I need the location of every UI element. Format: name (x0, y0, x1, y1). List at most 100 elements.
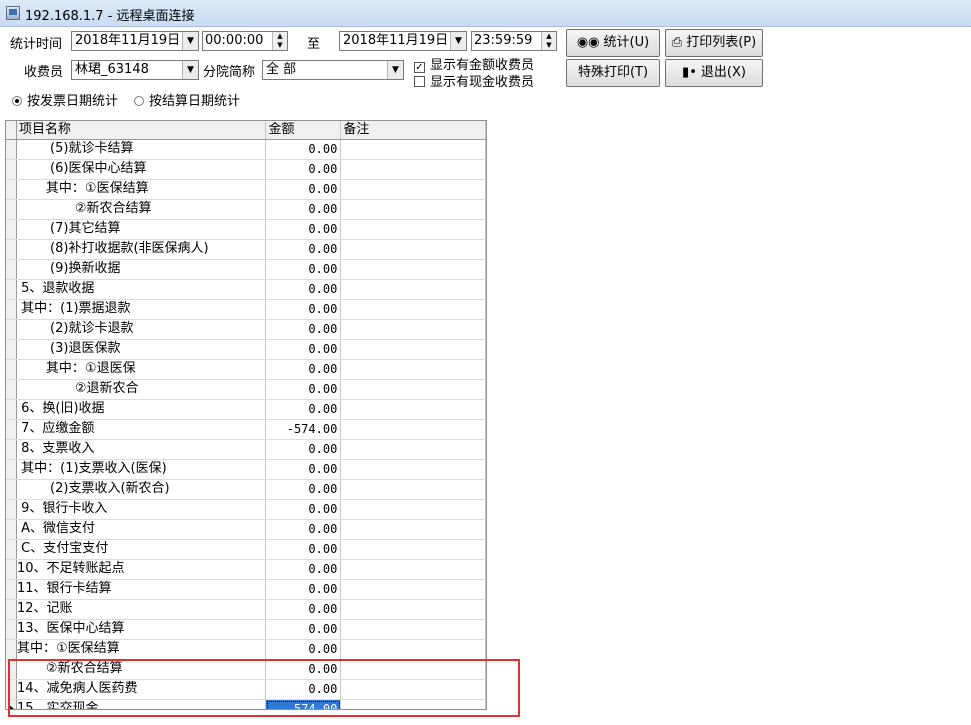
remark-cell[interactable] (341, 140, 486, 159)
remark-cell[interactable] (341, 500, 486, 519)
table-row[interactable]: (6)医保中心结算 0.00 (6, 160, 486, 180)
table-row[interactable]: 其中：(1)票据退款 0.00 (6, 300, 486, 320)
item-name-cell[interactable]: 9、银行卡收入 (17, 500, 267, 519)
row-indicator[interactable] (6, 340, 17, 359)
amount-cell[interactable]: 0.00 (266, 280, 342, 299)
remark-cell[interactable] (341, 220, 486, 239)
table-row[interactable]: (9)换新收据 0.00 (6, 260, 486, 280)
amount-cell[interactable]: 0.00 (266, 480, 342, 499)
remark-cell[interactable] (341, 600, 486, 619)
remark-cell[interactable] (341, 260, 486, 279)
row-indicator[interactable] (6, 480, 17, 499)
table-row[interactable]: 8、支票收入 0.00 (6, 440, 486, 460)
amount-cell[interactable]: -574.00 (266, 700, 342, 709)
remark-cell[interactable] (341, 280, 486, 299)
amount-cell[interactable]: 0.00 (266, 160, 342, 179)
item-name-cell[interactable]: (3)退医保款 (17, 340, 267, 359)
amount-cell[interactable]: 0.00 (266, 540, 342, 559)
row-indicator[interactable] (6, 680, 17, 699)
item-name-cell[interactable]: ②退新农合 (17, 380, 267, 399)
row-indicator[interactable] (6, 200, 17, 219)
radio-settle-date[interactable]: 按结算日期统计 (134, 90, 240, 109)
row-indicator[interactable] (6, 140, 17, 159)
remark-cell[interactable] (341, 700, 486, 709)
remark-cell[interactable] (341, 240, 486, 259)
header-amount[interactable]: 金额 (266, 121, 342, 139)
remark-cell[interactable] (341, 520, 486, 539)
remark-cell[interactable] (341, 320, 486, 339)
row-indicator[interactable] (6, 580, 17, 599)
table-row[interactable]: 5、退款收据 0.00 (6, 280, 486, 300)
remark-cell[interactable] (341, 200, 486, 219)
settlement-grid[interactable]: 项目名称 金额 备注 (5)就诊卡结算 0.00 (6)医保中心结算 0.00 其中… (5, 120, 487, 710)
remark-cell[interactable] (341, 300, 486, 319)
amount-cell[interactable]: 0.00 (266, 460, 342, 479)
remark-cell[interactable] (341, 180, 486, 199)
row-indicator[interactable] (6, 640, 17, 659)
row-indicator[interactable] (6, 240, 17, 259)
row-indicator[interactable] (6, 460, 17, 479)
amount-cell[interactable]: 0.00 (266, 200, 342, 219)
row-indicator[interactable] (6, 700, 17, 709)
table-row[interactable]: 6、换(旧)收据 0.00 (6, 400, 486, 420)
item-name-cell[interactable]: (7)其它结算 (17, 220, 267, 239)
row-indicator[interactable] (6, 600, 17, 619)
table-row[interactable]: 12、记账 0.00 (6, 600, 486, 620)
item-name-cell[interactable]: 5、退款收据 (17, 280, 267, 299)
remark-cell[interactable] (341, 360, 486, 379)
item-name-cell[interactable]: 7、应缴金额 (17, 420, 267, 439)
item-name-cell[interactable]: 其中：(1)支票收入(医保) (17, 460, 267, 479)
item-name-cell[interactable]: 13、医保中心结算 (17, 620, 267, 639)
chevron-down-icon[interactable]: ▼ (450, 32, 466, 50)
item-name-cell[interactable]: 14、减免病人医药费 (17, 680, 267, 699)
chevron-down-icon[interactable]: ▼ (182, 61, 198, 79)
amount-cell[interactable]: 0.00 (266, 240, 342, 259)
end-date-picker[interactable]: 2018年11月19日 ▼ (339, 31, 467, 51)
row-indicator[interactable] (6, 380, 17, 399)
table-row[interactable]: 9、银行卡收入 0.00 (6, 500, 486, 520)
radio-unselected-icon[interactable] (134, 96, 144, 106)
amount-cell[interactable]: 0.00 (266, 380, 342, 399)
table-row[interactable]: 11、银行卡结算 0.00 (6, 580, 486, 600)
row-indicator[interactable] (6, 400, 17, 419)
amount-cell[interactable]: 0.00 (266, 360, 342, 379)
row-indicator[interactable] (6, 160, 17, 179)
branch-select[interactable]: 全 部 ▼ (262, 60, 404, 80)
row-indicator[interactable] (6, 220, 17, 239)
item-name-cell[interactable]: 6、换(旧)收据 (17, 400, 267, 419)
remark-cell[interactable] (341, 420, 486, 439)
remark-cell[interactable] (341, 160, 486, 179)
amount-cell[interactable]: 0.00 (266, 260, 342, 279)
item-name-cell[interactable]: A、微信支付 (17, 520, 267, 539)
row-indicator[interactable] (6, 660, 17, 679)
remark-cell[interactable] (341, 440, 486, 459)
exit-button[interactable]: ▮• 退出(X) (665, 59, 763, 87)
window-title-bar[interactable]: 192.168.1.7 - 远程桌面连接 (0, 0, 971, 27)
row-indicator[interactable] (6, 560, 17, 579)
header-remark[interactable]: 备注 (341, 121, 486, 139)
print-list-button[interactable]: ⎙ 打印列表(P) (665, 29, 763, 57)
checkbox-unchecked-icon[interactable] (414, 76, 425, 87)
table-row[interactable]: (8)补打收据款(非医保病人) 0.00 (6, 240, 486, 260)
remark-cell[interactable] (341, 580, 486, 599)
table-row[interactable]: (7)其它结算 0.00 (6, 220, 486, 240)
amount-cell[interactable]: 0.00 (266, 220, 342, 239)
item-name-cell[interactable]: 11、银行卡结算 (17, 580, 267, 599)
table-row[interactable]: ②新农合结算 0.00 (6, 200, 486, 220)
table-row[interactable]: 其中：①医保结算 0.00 (6, 180, 486, 200)
cashier-select[interactable]: 林珺_63148 ▼ (71, 60, 199, 80)
stat-button[interactable]: ◉◉ 统计(U) (566, 29, 660, 57)
table-row[interactable]: ②退新农合 0.00 (6, 380, 486, 400)
chevron-down-icon[interactable]: ▼ (387, 61, 403, 79)
row-indicator[interactable] (6, 180, 17, 199)
amount-cell[interactable]: 0.00 (266, 600, 342, 619)
table-row[interactable]: 7、应缴金额 -574.00 (6, 420, 486, 440)
item-name-cell[interactable]: 10、不足转账起点 (17, 560, 267, 579)
item-name-cell[interactable]: 其中：(1)票据退款 (17, 300, 267, 319)
show-cash-cashier-checkbox[interactable]: 显示有现金收费员 (414, 71, 534, 90)
amount-cell[interactable]: 0.00 (266, 400, 342, 419)
row-indicator[interactable] (6, 440, 17, 459)
remark-cell[interactable] (341, 380, 486, 399)
header-item-name[interactable]: 项目名称 (17, 121, 267, 139)
table-row[interactable]: 15、实交现金 -574.00 (6, 700, 486, 709)
